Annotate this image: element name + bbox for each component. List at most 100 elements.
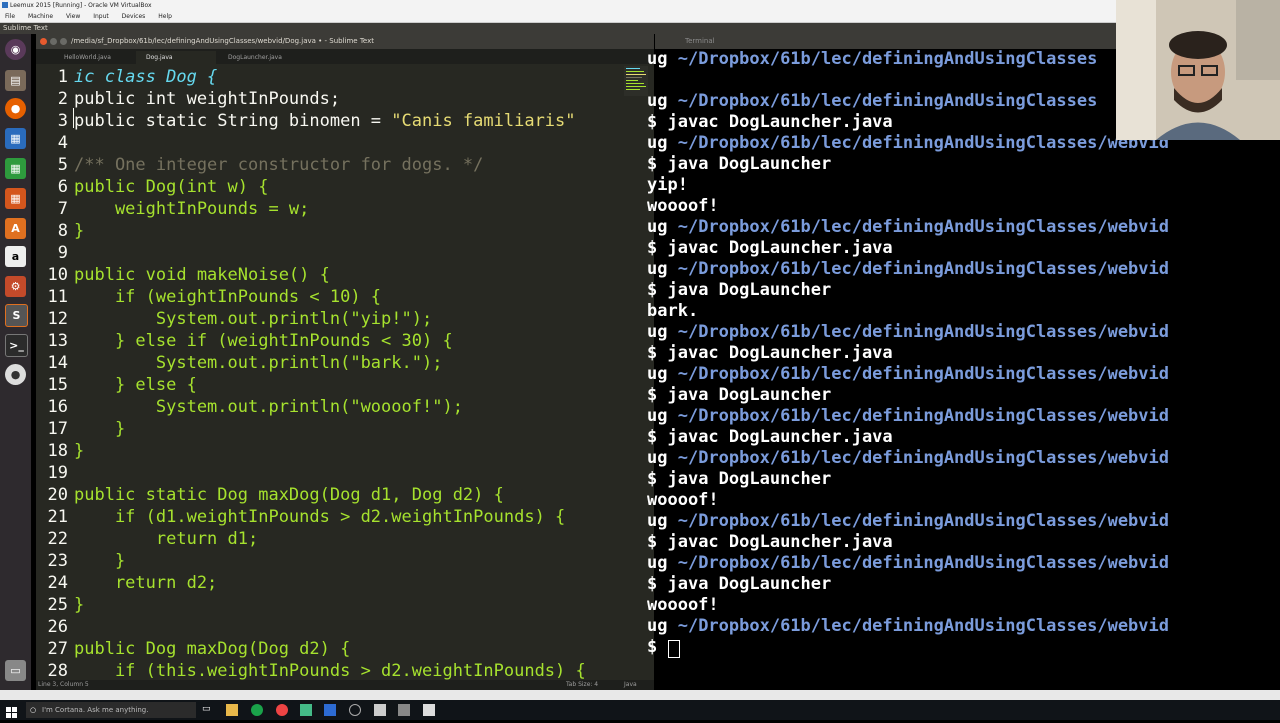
minimize-icon[interactable] bbox=[50, 38, 57, 45]
menu-help[interactable]: Help bbox=[158, 13, 172, 20]
terminal-path: ~/Dropbox/61b/lec/definingAndUsingClasse… bbox=[677, 49, 1098, 69]
settings-icon[interactable]: ⚙ bbox=[5, 276, 26, 297]
trash-icon[interactable]: ▭ bbox=[5, 660, 26, 681]
minimap[interactable] bbox=[624, 66, 648, 96]
firefox-icon[interactable]: ● bbox=[5, 98, 26, 119]
sublime-icon[interactable]: S bbox=[5, 304, 28, 327]
maximize-icon[interactable] bbox=[60, 38, 67, 45]
windows-start-icon[interactable] bbox=[6, 704, 18, 718]
code-line-12: System.out.println("yip!"); bbox=[74, 308, 432, 330]
terminal-title: Terminal bbox=[685, 37, 715, 45]
code-editor[interactable]: 1 2 3 4 5 6 7 8 9 10 11 12 13 14 15 16 17 18 19 20 21 22 23 24 2… bbox=[36, 64, 654, 682]
cortana-search-box[interactable]: ○ I'm Cortana. Ask me anything. bbox=[26, 702, 196, 718]
terminal-line: yip! bbox=[647, 175, 688, 196]
tab-bar: HelloWorld.java Dog.java DogLauncher.jav… bbox=[36, 49, 654, 64]
software-center-icon[interactable]: A bbox=[5, 218, 26, 239]
syntax-mode[interactable]: Java bbox=[624, 680, 637, 690]
terminal-prompt-prefix: ug bbox=[647, 49, 678, 69]
code-text: } else { bbox=[74, 375, 197, 395]
tab-dog[interactable]: Dog.java bbox=[136, 51, 216, 64]
line-number: 24 bbox=[47, 573, 68, 593]
terminal-command: bark. bbox=[647, 301, 699, 321]
tab-doglauncher[interactable]: DogLauncher.java bbox=[218, 51, 308, 64]
app4-icon[interactable] bbox=[398, 704, 410, 716]
code-text: public static Dog maxDog(Dog d1, Dog d2)… bbox=[74, 485, 504, 505]
ubuntu-dash-icon[interactable]: ◉ bbox=[5, 39, 26, 60]
terminal-path: ~/Dropbox/61b/lec/definingAndUsingClasse… bbox=[677, 448, 1169, 468]
terminal-command: java DogLauncher bbox=[667, 469, 832, 489]
terminal-prompt-prefix: $ bbox=[647, 574, 668, 594]
code-text: System.out.println("yip!"); bbox=[74, 309, 433, 329]
line-number: 3 bbox=[57, 111, 68, 131]
sublime-window: /media/sf_Dropbox/61b/lec/definingAndUsi… bbox=[36, 34, 654, 690]
line-number: 4 bbox=[57, 133, 68, 153]
app3-icon[interactable] bbox=[374, 704, 386, 716]
terminal-line: bark. bbox=[647, 301, 698, 322]
app2-icon[interactable] bbox=[349, 704, 361, 716]
active-app-name: Sublime Text bbox=[3, 24, 48, 32]
sublime-titlebar: /media/sf_Dropbox/61b/lec/definingAndUsi… bbox=[36, 34, 654, 49]
virtualbox-menubar: File Machine View Input Devices Help bbox=[0, 11, 1280, 23]
terminal-prompt-prefix: $ bbox=[647, 637, 668, 657]
cortana-placeholder: I'm Cortana. Ask me anything. bbox=[42, 706, 149, 714]
menu-devices[interactable]: Devices bbox=[122, 13, 146, 20]
terminal-command: yip! bbox=[647, 175, 688, 195]
minimap-preview bbox=[624, 66, 648, 96]
code-text: if (d1.weightInPounds > d2.weightInPound… bbox=[74, 507, 566, 527]
app-icon[interactable] bbox=[300, 704, 312, 716]
amazon-icon[interactable]: a bbox=[5, 246, 26, 267]
line-number: 16 bbox=[47, 397, 68, 417]
terminal-line: $ javac DogLauncher.java bbox=[647, 427, 893, 448]
files-icon[interactable]: ▤ bbox=[5, 70, 26, 91]
terminal-prompt-prefix: ug bbox=[647, 406, 678, 426]
task-view-icon[interactable]: ▭ bbox=[202, 704, 214, 716]
code-line-22: return d1; bbox=[74, 528, 258, 550]
code-line-25: } bbox=[74, 594, 84, 616]
sublime-window-title: /media/sf_Dropbox/61b/lec/definingAndUsi… bbox=[71, 37, 374, 45]
terminal-line: ug ~/Dropbox/61b/lec/definingAndUsingCla… bbox=[647, 133, 1169, 154]
terminal-prompt-prefix: ug bbox=[647, 448, 678, 468]
terminal-line: $ java DogLauncher bbox=[647, 469, 831, 490]
line-number: 18 bbox=[47, 441, 68, 461]
chrome-icon[interactable] bbox=[251, 704, 263, 716]
code-line-8: } bbox=[74, 220, 84, 242]
sublime-statusbar: Line 3, Column 5 Tab Size: 4 Java bbox=[36, 680, 654, 690]
line-number: 12 bbox=[47, 309, 68, 329]
impress-icon[interactable]: ▦ bbox=[5, 188, 26, 209]
menu-input[interactable]: Input bbox=[93, 13, 109, 20]
writer-icon[interactable]: ▦ bbox=[5, 128, 26, 149]
terminal-command: java DogLauncher bbox=[667, 280, 832, 300]
menu-file[interactable]: File bbox=[5, 13, 15, 20]
tab-helloworld[interactable]: HelloWorld.java bbox=[54, 51, 134, 64]
terminal-prompt-prefix: ug bbox=[647, 616, 678, 636]
terminal-path: ~/Dropbox/61b/lec/definingAndUsingClasse… bbox=[677, 91, 1098, 111]
virtualbox-taskbar-icon[interactable] bbox=[324, 704, 336, 716]
calculator-icon[interactable] bbox=[423, 704, 435, 716]
terminal-command: javac DogLauncher.java bbox=[667, 343, 893, 363]
dvd-icon[interactable]: ● bbox=[5, 364, 26, 385]
close-icon[interactable] bbox=[40, 38, 47, 45]
code-text: if (weightInPounds < 10) { bbox=[74, 287, 382, 307]
code-text: } bbox=[74, 221, 85, 241]
terminal-command: javac DogLauncher.java bbox=[667, 427, 893, 447]
code-string: "Canis familiaris" bbox=[391, 111, 576, 131]
terminal-prompt-prefix: ug bbox=[647, 364, 678, 384]
terminal-line: $ javac DogLauncher.java bbox=[647, 532, 893, 553]
line-number: 7 bbox=[57, 199, 68, 219]
calc-icon[interactable]: ▦ bbox=[5, 158, 26, 179]
terminal-icon[interactable]: >_ bbox=[5, 334, 28, 357]
tab-size[interactable]: Tab Size: 4 bbox=[566, 680, 598, 690]
line-number: 19 bbox=[47, 463, 68, 483]
menu-view[interactable]: View bbox=[66, 13, 80, 20]
menu-machine[interactable]: Machine bbox=[28, 13, 53, 20]
terminal-prompt-prefix: $ bbox=[647, 532, 668, 552]
chrome-alt-icon[interactable] bbox=[276, 704, 288, 716]
code-line-27: public Dog maxDog(Dog d2) { bbox=[74, 638, 350, 660]
file-explorer-icon[interactable] bbox=[226, 704, 238, 716]
code-text: public static String binomen = bbox=[74, 111, 392, 131]
terminal-output[interactable]: ug ~/Dropbox/61b/lec/definingAndUsingCla… bbox=[647, 49, 1280, 690]
terminal-line: $ javac DogLauncher.java bbox=[647, 343, 893, 364]
code-line-10: public void makeNoise() { bbox=[74, 264, 330, 286]
code-line-16: System.out.println("woooof!"); bbox=[74, 396, 463, 418]
terminal-cursor bbox=[668, 640, 680, 658]
